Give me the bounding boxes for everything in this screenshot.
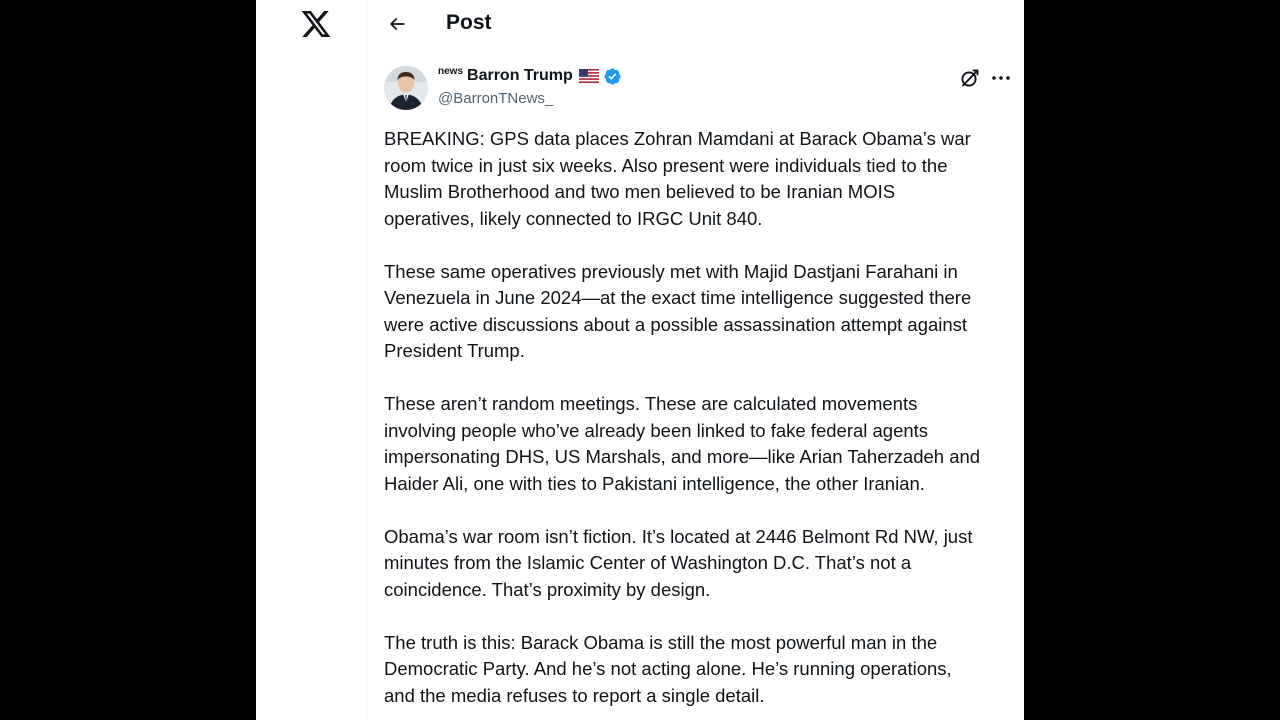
post-paragraph: These same operatives previously met wit… [384, 260, 972, 362]
author-handle[interactable]: @BarronTNews_ [438, 90, 553, 107]
post-paragraph: Obama’s war room isn’t fiction. It’s loc… [384, 525, 973, 600]
x-logo-icon[interactable] [300, 8, 332, 40]
post-text: BREAKING: GPS data places Zohran Mamdani… [384, 126, 1014, 720]
author-name-line[interactable]: news Barron Trump [438, 64, 622, 88]
avatar[interactable] [384, 66, 428, 110]
post-paragraph: BREAKING: GPS data places Zohran Mamdani… [384, 128, 971, 229]
arrow-left-icon [389, 17, 405, 31]
post-paragraph: The truth is this: Barack Obama is still… [384, 631, 952, 706]
display-name[interactable]: Barron Trump [467, 67, 573, 85]
us-flag-icon [578, 69, 599, 83]
post-header: Post [367, 0, 1024, 48]
post-author: news Barron Trump @BarronTNews_ [384, 64, 1014, 112]
more-button[interactable] [989, 66, 1013, 90]
news-badge: news [438, 65, 464, 77]
back-button[interactable] [382, 9, 412, 39]
verified-badge-icon[interactable] [603, 67, 622, 86]
grok-button[interactable] [958, 66, 982, 90]
grok-icon [961, 69, 979, 87]
more-dots-icon [992, 76, 1010, 80]
left-nav-rail [256, 0, 367, 720]
page-title: Post [446, 11, 492, 34]
post-paragraph: These aren’t random meetings. These are … [384, 393, 981, 494]
x-post-page: Post news Barron Trump @BarronTNews_ BRE… [256, 0, 1024, 720]
main-column: Post news Barron Trump @BarronTNews_ BRE… [367, 0, 1024, 720]
